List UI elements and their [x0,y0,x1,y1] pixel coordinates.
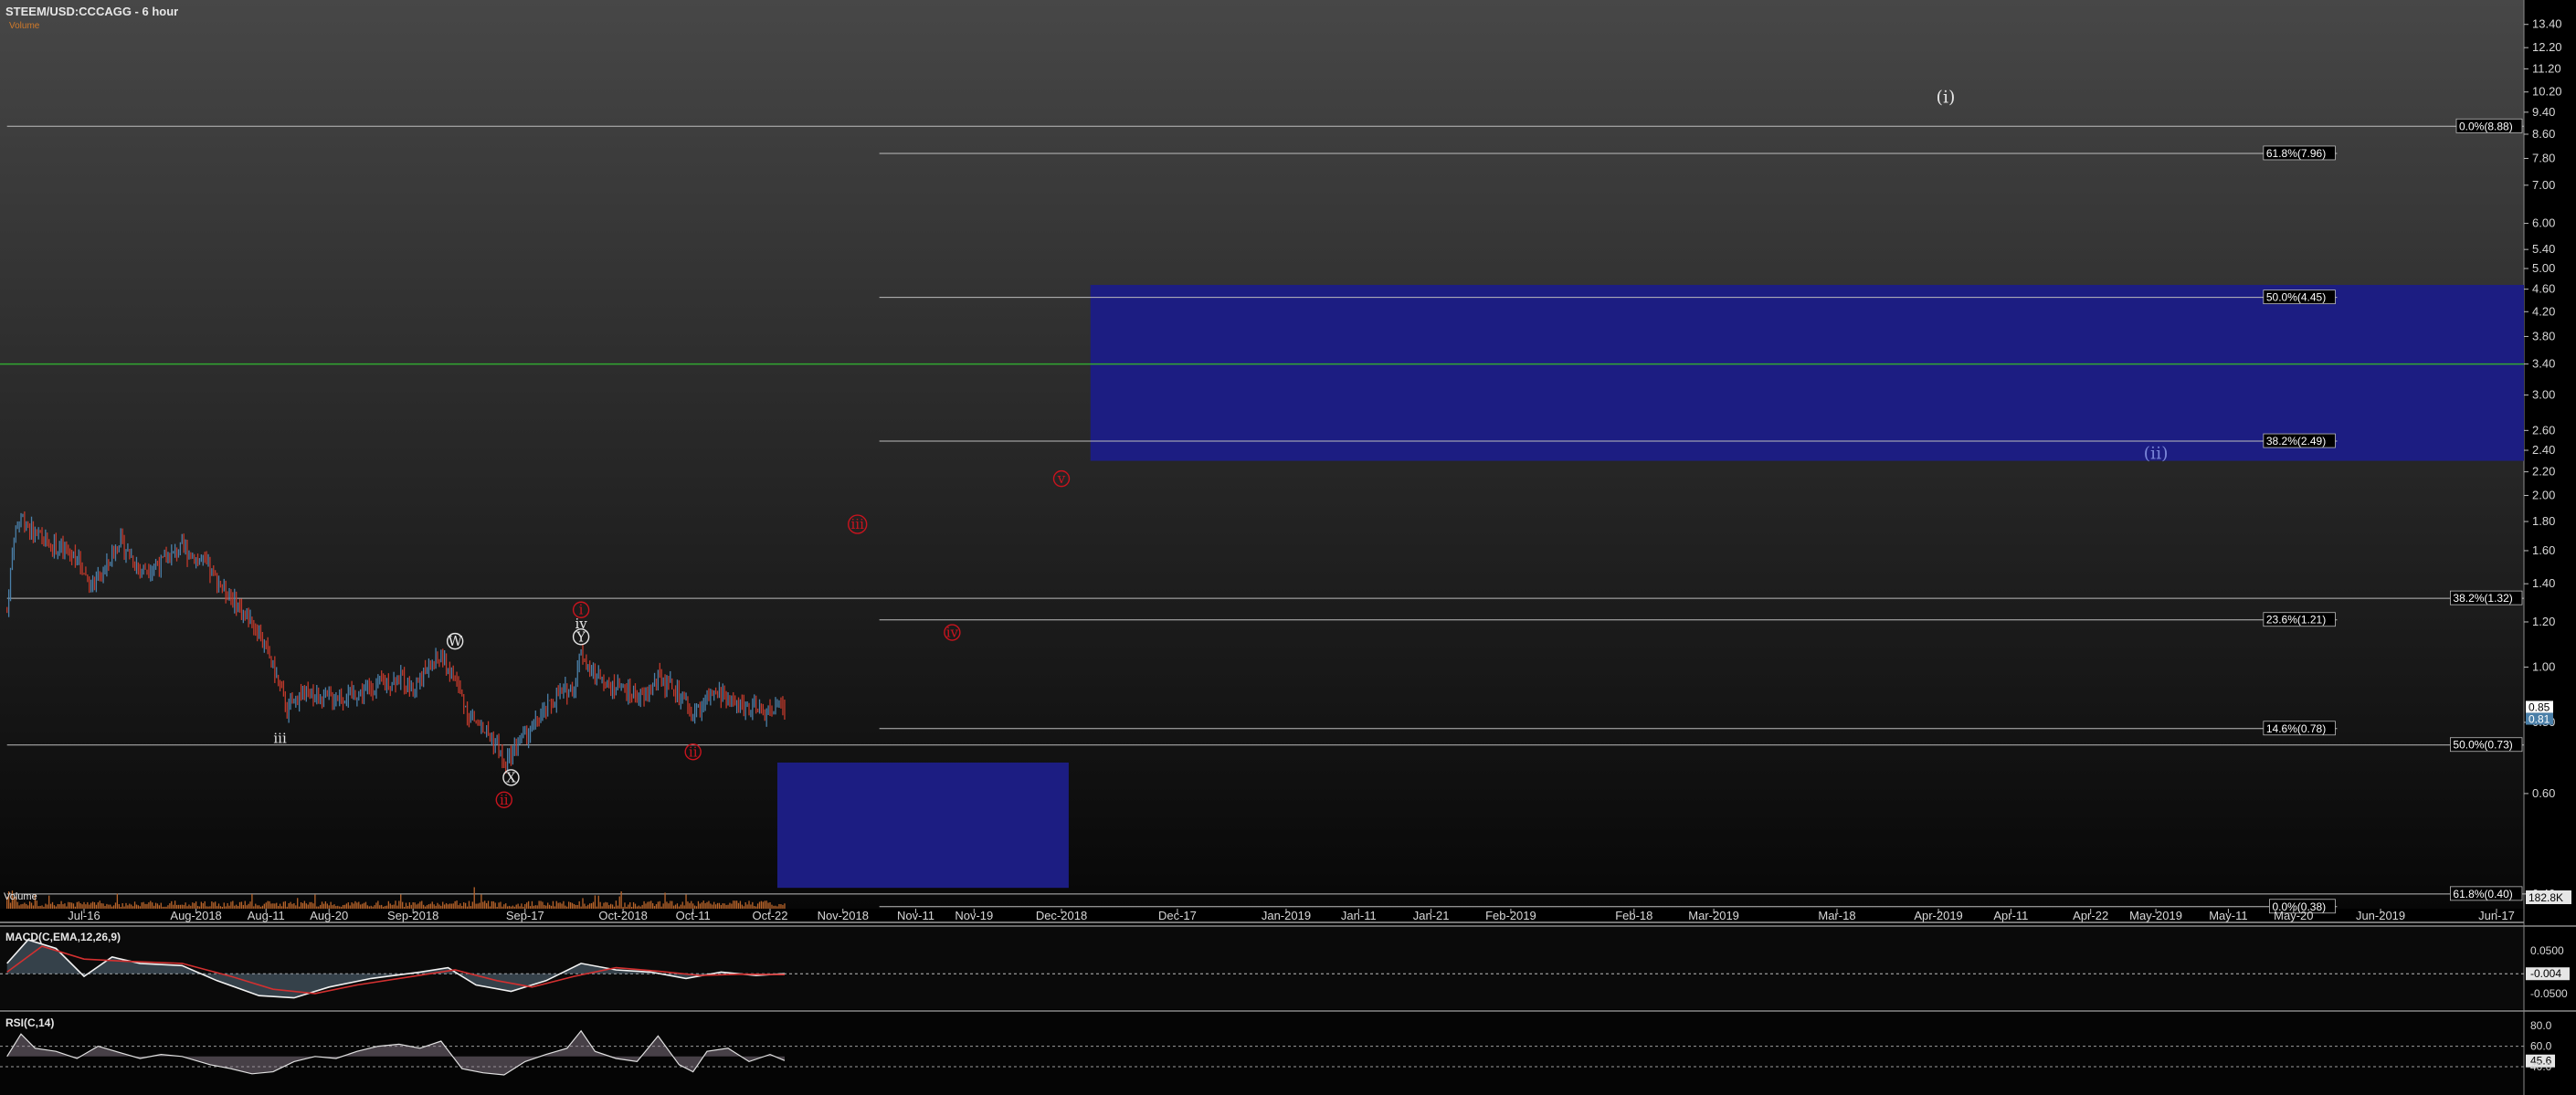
target-zone-2 [776,762,1069,889]
date-tick-label: Oct-2018 [598,909,647,922]
wave-label-7: ii [500,792,509,808]
date-tick-label: Mar-2019 [1688,909,1739,922]
rsi-tick-label: 80.0 [2530,1019,2552,1032]
rsi-tick-label: 60.0 [2530,1040,2552,1053]
price-tick-label: 2.20 [2532,465,2555,479]
chart-title: STEEM/USD:CCCAGG - 6 hour [5,5,178,18]
date-tick-label: Sep-17 [506,909,544,922]
wave-label-1: W [448,633,462,649]
date-tick-label: Aug-2018 [170,909,221,922]
chart-canvas: 0.0%(8.88) 61.8%(7.96) 50.0%(4.45) 38.2%(2.… [0,0,2576,1095]
price-tick-label: 7.80 [2532,151,2555,164]
price-tick-label: 4.20 [2532,304,2555,318]
price-tick-label: 10.20 [2532,85,2562,99]
price-tick-label: 12.20 [2532,40,2562,54]
date-tick-label: Nov-19 [955,909,993,922]
fib-label-8: 50.0%(0.73) [2453,739,2512,752]
rsi-axis: 80.060.045.640.0 [2526,1019,2555,1073]
rsi-label: RSI(C,14) [5,1016,54,1029]
price-tick-label: 11.20 [2532,61,2561,75]
date-tick-label: Aug-11 [248,909,285,922]
date-axis: Jul-16 Aug-2018 Aug-11 Aug-20 Sep-2018 Sep-17… [68,909,2515,922]
macd-axis: 0.0500 -0.004 -0.0500 [2526,944,2570,1000]
wave-label-12: (i) [1937,87,1956,107]
date-tick-label: Jan-2019 [1262,909,1311,922]
date-tick-label: Jun-17 [2478,909,2515,922]
price-tick-label: 3.40 [2532,357,2555,371]
fib-label-9: 61.8%(0.40) [2453,888,2512,900]
last-price-label-1: 0.85 [2528,700,2550,713]
date-tick-label: Jan-21 [1413,909,1450,922]
price-tick-label: 0.60 [2532,786,2555,800]
wave-label-4: iv [575,616,587,632]
wave-label-10: iv [946,625,959,641]
date-tick-label: Jan-11 [1341,909,1377,922]
macd-panel-bg [0,926,2524,1009]
price-tick-label: 4.60 [2532,282,2555,296]
date-tick-label: May-2019 [2129,909,2182,922]
price-tick-label: 1.20 [2532,615,2555,628]
date-tick-label: Apr-22 [2073,909,2108,922]
price-tick-label: 1.80 [2532,514,2555,528]
date-tick-label: Feb-18 [1615,909,1652,922]
price-tick-label: 2.00 [2532,488,2555,501]
wave-label-2: X [506,769,516,785]
fib-label-7: 14.6%(0.78) [2266,722,2326,735]
price-tick-label: 2.40 [2532,443,2555,457]
rsi-tick-label: 40.0 [2530,1060,2552,1073]
last-price-flags: 0.850.81 [2526,700,2553,726]
price-tick-label: 3.00 [2532,388,2555,402]
price-tick-label: 1.60 [2532,543,2555,557]
fib-label-2: 61.8%(7.96) [2266,147,2326,160]
date-tick-label: Mar-18 [1818,909,1855,922]
date-tick-label: Jun-2019 [2356,909,2405,922]
date-tick-label: Sep-2018 [387,909,438,922]
price-tick-label: 2.60 [2532,423,2555,437]
volume-label: Volume [4,891,37,902]
price-tick-label: 5.00 [2532,261,2555,275]
fib-label-5: 38.2%(1.32) [2453,592,2512,605]
price-tick-label: 8.60 [2532,127,2555,141]
macd-tick-label: 0.0500 [2530,944,2564,957]
fib-label-3: 50.0%(4.45) [2266,291,2326,304]
last-price-label-2: 0.81 [2528,713,2550,726]
macd-label: MACD(C,EMA,12,26,9) [5,931,121,943]
macd-tick-label: -0.0500 [2530,987,2568,1000]
wave-label-13: (ii) [2144,444,2169,464]
price-tick-label: 3.80 [2532,329,2555,342]
fib-label-1: 0.0%(8.88) [2459,120,2513,132]
date-tick-label: Apr-11 [1993,909,2028,922]
wave-label-8: ii [689,743,698,760]
date-tick-label: Dec-17 [1158,909,1197,922]
macd-tick-label: -0.004 [2530,967,2561,980]
fib-label-6: 23.6%(1.21) [2266,614,2326,626]
wave-label-9: iii [850,516,864,532]
date-tick-label: Aug-20 [310,909,348,922]
wave-label-5: iii [273,730,287,746]
date-tick-label: Nov-11 [897,909,934,922]
date-tick-label: May-20 [2274,909,2313,922]
price-tick-label: 5.40 [2532,242,2555,256]
price-tick-label: 13.40 [2532,17,2562,31]
price-tick-label: 9.40 [2532,105,2555,119]
wave-label-6: i [579,602,584,618]
date-tick-label: Nov-2018 [818,909,869,922]
date-tick-label: Dec-2018 [1036,909,1087,922]
date-tick-label: Apr-2019 [1914,909,1962,922]
price-tick-label: 6.00 [2532,216,2555,230]
wave-label-11: v [1057,470,1066,487]
price-tick-label: 1.00 [2532,659,2555,673]
date-tick-label: May-11 [2209,909,2247,922]
price-tick-label: 7.00 [2532,178,2555,192]
volume-value-label: 182.8K [2528,891,2563,904]
price-tick-label: 1.40 [2532,576,2555,590]
date-tick-label: Oct-22 [752,909,787,922]
date-tick-label: Feb-2019 [1485,909,1536,922]
chart-subtitle: Volume [9,21,40,31]
date-tick-label: Oct-11 [676,909,711,922]
fib-label-4: 38.2%(2.49) [2266,435,2326,447]
date-tick-label: Jul-16 [68,909,100,922]
